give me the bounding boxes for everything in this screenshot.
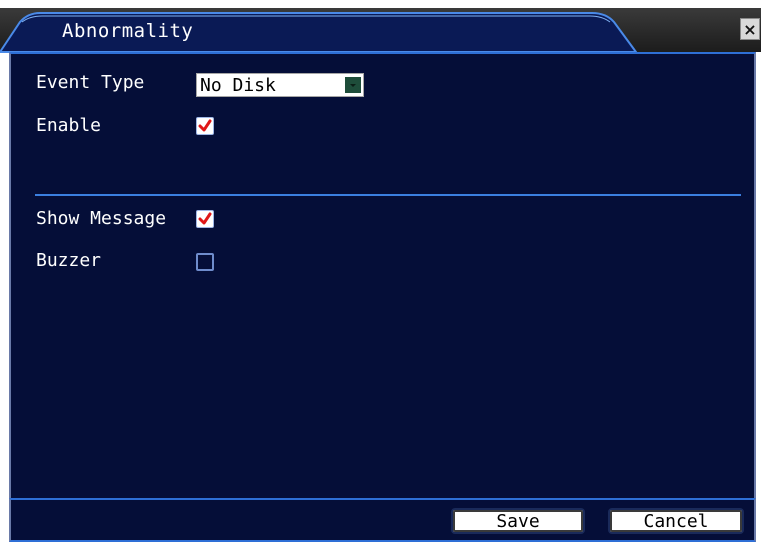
abnormality-dialog: Abnormality × Event Type No Disk Enable … bbox=[0, 0, 761, 542]
cancel-button[interactable]: Cancel bbox=[608, 508, 744, 534]
close-icon: × bbox=[743, 19, 757, 39]
buzzer-label: Buzzer bbox=[36, 250, 102, 271]
show-message-label: Show Message bbox=[36, 208, 167, 229]
section-divider bbox=[35, 194, 741, 196]
enable-checkbox[interactable] bbox=[196, 117, 214, 135]
event-type-select[interactable]: No Disk bbox=[196, 73, 364, 97]
close-button[interactable]: × bbox=[740, 18, 760, 40]
event-type-value: No Disk bbox=[200, 75, 276, 96]
buzzer-checkbox[interactable] bbox=[196, 253, 214, 271]
check-icon bbox=[198, 119, 212, 132]
check-icon bbox=[198, 212, 212, 225]
save-button[interactable]: Save bbox=[451, 508, 585, 534]
dialog-body bbox=[9, 52, 756, 500]
event-type-label: Event Type bbox=[36, 72, 145, 93]
dialog-title: Abnormality bbox=[62, 20, 194, 42]
chevron-down-icon[interactable] bbox=[345, 77, 361, 93]
enable-label: Enable bbox=[36, 115, 102, 136]
show-message-checkbox[interactable] bbox=[196, 210, 214, 228]
